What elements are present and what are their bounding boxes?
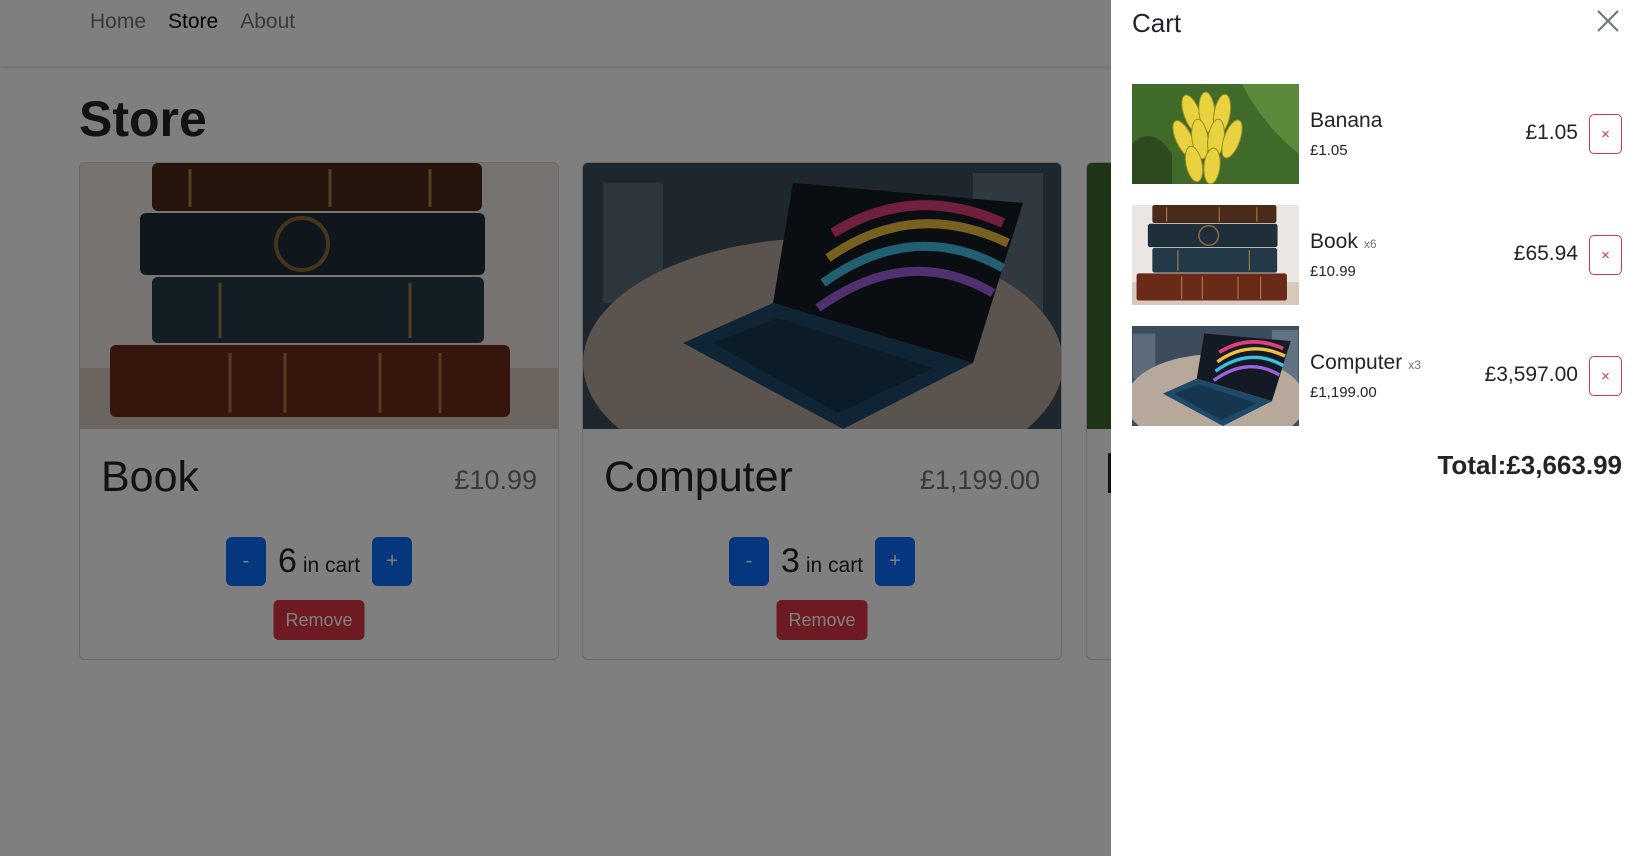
cart-item-name: Book — [1310, 230, 1358, 253]
cart-item-remove-button[interactable]: × — [1589, 356, 1622, 396]
cart-item-total: £1.05 — [1525, 121, 1578, 144]
cart-item-name: Computer — [1310, 351, 1403, 374]
cart-item-name: Banana — [1310, 109, 1383, 132]
cart-item-name-row: Banana — [1310, 109, 1388, 133]
cart-item-computer: Computer x3 £1,199.00 £3,597.00 × — [1132, 326, 1622, 426]
cart-panel: Cart Banana £1.05 £1.05 × Book x6 £10.99… — [1111, 0, 1640, 856]
cart-item-image — [1132, 205, 1299, 305]
cart-item-qty: x3 — [1408, 358, 1421, 372]
cart-item-qty: x6 — [1363, 237, 1377, 251]
close-button[interactable] — [1595, 8, 1621, 34]
cart-item-image — [1132, 326, 1299, 426]
cart-item-total: £3,597.00 — [1484, 363, 1578, 386]
cart-item-name-row: Book x6 — [1310, 230, 1377, 254]
cart-item-banana: Banana £1.05 £1.05 × — [1132, 84, 1622, 184]
cart-item-remove-button[interactable]: × — [1589, 235, 1622, 275]
cart-item-remove-button[interactable]: × — [1589, 114, 1622, 154]
cart-item-name-row: Computer x3 — [1310, 351, 1421, 375]
cart-item-image — [1132, 84, 1299, 184]
close-icon — [1597, 10, 1619, 32]
cart-item-unit-price: £1,199.00 — [1310, 384, 1377, 401]
cart-item-unit-price: £1.05 — [1310, 142, 1348, 159]
cart-total: Total:£3,663.99 — [1437, 450, 1622, 481]
cart-title: Cart — [1132, 8, 1182, 38]
cart-item-unit-price: £10.99 — [1310, 263, 1356, 280]
cart-item-total: £65.94 — [1513, 242, 1578, 265]
cart-total-value: £3,663.99 — [1506, 450, 1622, 480]
cart-item-book: Book x6 £10.99 £65.94 × — [1132, 205, 1622, 305]
cart-total-label: Total: — [1437, 450, 1507, 480]
